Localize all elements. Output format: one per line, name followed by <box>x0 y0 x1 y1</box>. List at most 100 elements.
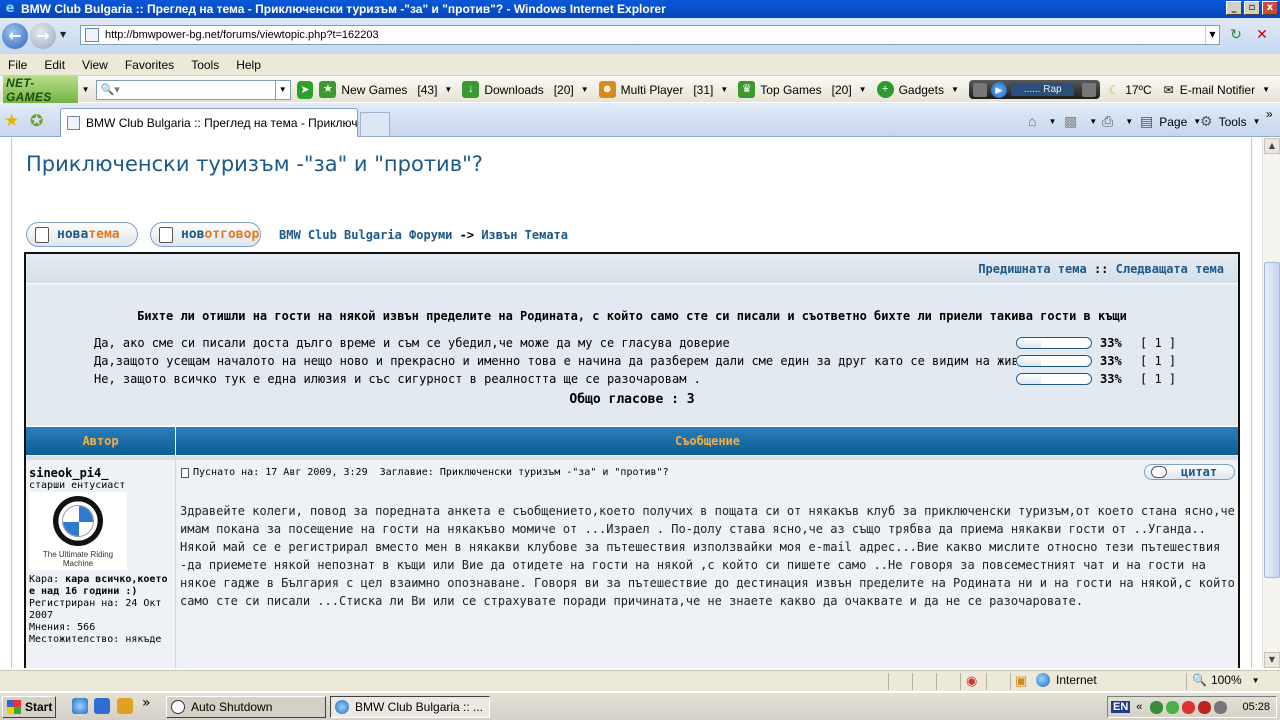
more-commands-icon[interactable]: » <box>1266 107 1273 121</box>
poll-option-bar <box>1016 355 1092 367</box>
recent-pages-dropdown[interactable]: ▼ <box>60 30 66 39</box>
menu-view[interactable]: View <box>74 58 117 72</box>
favorites-star-icon[interactable]: ★ <box>4 111 19 131</box>
gadgets-dropdown-icon[interactable]: ▼ <box>951 85 959 94</box>
address-bar[interactable]: http://bmwpower-bg.net/forums/viewtopic.… <box>80 25 1220 45</box>
menu-help[interactable]: Help <box>228 58 270 72</box>
new-games-dropdown-icon[interactable]: ▼ <box>444 85 452 94</box>
multiplayer-button[interactable]: ☻ Multi Player [31] ▼ <box>598 81 735 98</box>
menu-favorites[interactable]: Favorites <box>117 58 183 72</box>
tools-menu-button[interactable]: ⚙ Tools ▼ <box>1200 113 1261 130</box>
player-volume-icon[interactable] <box>1082 82 1097 97</box>
email-notifier-button[interactable]: ✉ E-mail Notifier ▼ <box>1164 83 1276 97</box>
menu-file[interactable]: File <box>0 58 36 72</box>
breadcrumb-section-link[interactable]: Извън Темата <box>481 228 568 242</box>
topic-nav-separator: :: <box>1093 262 1109 276</box>
top-games-dropdown-icon[interactable]: ▼ <box>859 85 867 94</box>
rss-icon: ▩ <box>1064 113 1078 129</box>
weather-widget[interactable]: ☾ 17ºC <box>1108 83 1151 97</box>
taskbar-button-ie[interactable]: BMW Club Bulgaria :: ... <box>330 696 490 718</box>
tray-expand-icon[interactable]: « <box>1136 701 1142 713</box>
stop-button[interactable]: ✕ <box>1252 25 1272 45</box>
navigation-bar: ← → ▼ http://bmwpower-bg.net/forums/view… <box>0 18 1280 54</box>
scroll-thumb[interactable] <box>1264 262 1280 578</box>
poll-option-percent: 33% <box>1100 336 1122 350</box>
home-icon: ⌂ <box>1028 113 1037 129</box>
topic-title[interactable]: Приключенски туризъм -"за" и "против"? <box>26 152 483 176</box>
top-games-button[interactable]: ♛ Top Games [20] ▼ <box>738 81 872 98</box>
quicklaunch-app-icon[interactable] <box>117 698 133 714</box>
player-station[interactable]: ...... Rap <box>1010 83 1075 96</box>
radio-player[interactable]: ▶ ...... Rap <box>968 80 1101 99</box>
poll: Бихте ли отишли на гости на някой извън … <box>26 285 1238 425</box>
downloads-button[interactable]: ↓ Downloads [20] ▼ <box>462 81 594 98</box>
feeds-button[interactable]: ▩ ▼ <box>1064 113 1097 130</box>
popup-blocker-icon[interactable]: ◉ <box>966 673 977 689</box>
quicklaunch-outlook-icon[interactable] <box>94 698 110 714</box>
window-title-bar[interactable]: e BMW Club Bulgaria :: Преглед на тема -… <box>0 0 1280 18</box>
quicklaunch-ie-icon[interactable] <box>72 698 88 714</box>
scroll-down-button[interactable]: ▼ <box>1264 652 1280 668</box>
toolbar-go-button[interactable]: ➤ <box>296 80 314 99</box>
refresh-button[interactable]: ↻ <box>1226 25 1246 45</box>
page-icon: ▤ <box>1140 113 1154 129</box>
back-button[interactable]: ← <box>2 23 28 49</box>
tab-bmw-club[interactable]: BMW Club Bulgaria :: Преглед на тема - П… <box>60 108 358 137</box>
tray-messenger-icon[interactable] <box>1166 700 1180 714</box>
forward-button[interactable]: → <box>30 23 56 49</box>
new-games-label: New Games <box>341 82 408 97</box>
toolbar-search-input[interactable]: 🔍▾ <box>95 79 276 100</box>
taskbar-button-auto-shutdown[interactable]: Auto Shutdown <box>166 696 326 718</box>
zoom-dropdown-icon[interactable]: ▼ <box>1252 676 1260 685</box>
tray-shield-icon[interactable] <box>1198 700 1212 714</box>
toolbar-search-dropdown-icon[interactable]: ▼ <box>275 79 291 100</box>
player-stop-icon[interactable] <box>972 82 987 97</box>
gadgets-button[interactable]: + Gadgets ▼ <box>876 81 965 98</box>
new-tab-button[interactable] <box>360 112 390 136</box>
tray-clock[interactable]: 05:28 <box>1242 701 1270 713</box>
multiplayer-dropdown-icon[interactable]: ▼ <box>720 85 728 94</box>
new-topic-button[interactable]: нова тема <box>26 222 138 247</box>
quicklaunch-more-icon[interactable]: » <box>142 695 158 711</box>
breadcrumb-forum-link[interactable]: BMW Club Bulgaria Форуми <box>279 228 452 242</box>
new-games-button[interactable]: ★ New Games [43] ▼ <box>319 81 458 98</box>
zoom-control[interactable]: 🔍 100% ▼ <box>1192 673 1260 687</box>
reply-button[interactable]: нов отговор <box>150 222 261 247</box>
reply-label-2: отговор <box>204 227 260 242</box>
multiplayer-count: [31] <box>693 82 714 97</box>
player-play-icon[interactable]: ▶ <box>990 81 1007 98</box>
home-button[interactable]: ⌂ ▼ <box>1028 113 1056 129</box>
envelope-icon: ✉ <box>1163 82 1174 97</box>
quote-label: цитат <box>1181 465 1218 479</box>
menu-tools[interactable]: Tools <box>183 58 228 72</box>
language-indicator[interactable]: EN <box>1111 701 1131 713</box>
tray-sound-icon[interactable] <box>1214 700 1228 714</box>
close-button[interactable]: x <box>1262 1 1278 15</box>
downloads-dropdown-icon[interactable]: ▼ <box>581 85 589 94</box>
scroll-up-button[interactable]: ▲ <box>1264 138 1280 154</box>
page-menu-button[interactable]: ▤ Page ▼ <box>1140 113 1201 130</box>
net-games-logo[interactable]: NET-GAMES <box>3 74 78 105</box>
prev-topic-link[interactable]: Предишната тема <box>978 262 1086 276</box>
add-favorites-icon[interactable]: ✪ <box>30 111 43 130</box>
avatar-caption: The Ultimate Riding Machine <box>42 550 114 568</box>
net-games-dropdown-icon[interactable]: ▼ <box>82 85 90 94</box>
email-dropdown-icon[interactable]: ▼ <box>1262 85 1270 94</box>
restore-button[interactable]: ▫ <box>1244 1 1260 15</box>
tray-antivirus-icon[interactable] <box>1182 700 1196 714</box>
downloads-icon: ↓ <box>462 81 480 98</box>
address-dropdown-icon[interactable]: ▼ <box>1205 26 1219 44</box>
start-button[interactable]: Start <box>2 696 56 718</box>
quote-button[interactable]: цитат <box>1144 464 1235 480</box>
tray-network-icon[interactable] <box>1150 700 1164 714</box>
next-topic-link[interactable]: Следващата тема <box>1116 262 1224 276</box>
security-icon[interactable]: ▣ <box>1015 673 1027 689</box>
security-zone[interactable]: Internet <box>1036 673 1097 687</box>
menu-edit[interactable]: Edit <box>36 58 74 72</box>
post-username[interactable]: sineok_pi4_ <box>29 466 173 480</box>
poll-option-percent: 33% <box>1100 372 1122 386</box>
print-button[interactable]: ⎙ ▼ <box>1102 113 1133 130</box>
vertical-scrollbar[interactable]: ▲ ▼ <box>1262 138 1280 668</box>
url-field[interactable]: http://bmwpower-bg.net/forums/viewtopic.… <box>105 29 1205 41</box>
minimize-button[interactable]: _ <box>1226 1 1242 15</box>
